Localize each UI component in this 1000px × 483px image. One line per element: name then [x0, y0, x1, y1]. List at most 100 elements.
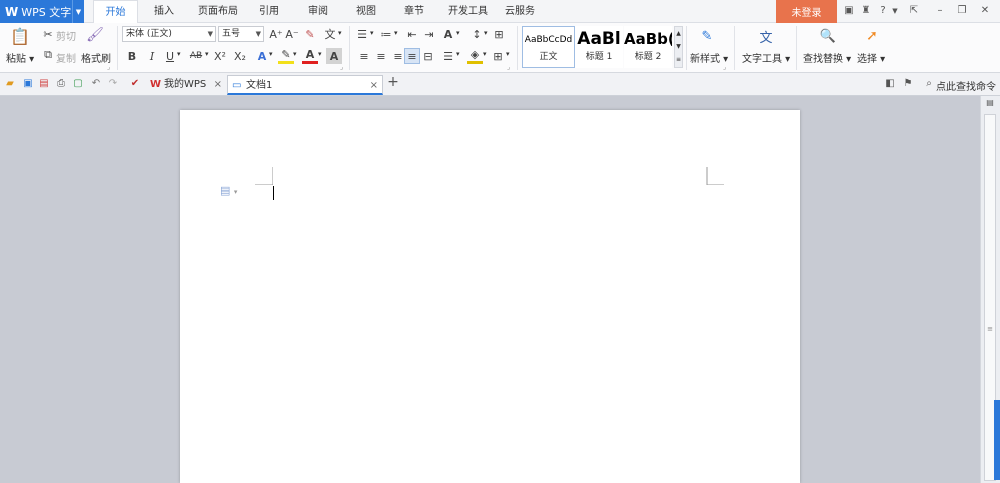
- close-icon[interactable]: ×: [214, 75, 222, 95]
- shading-icon[interactable]: ◈: [467, 48, 483, 64]
- font-color-icon[interactable]: A: [302, 48, 318, 64]
- highlight-color-icon[interactable]: ✎: [278, 48, 294, 64]
- paste-button[interactable]: 粘贴 ▾: [6, 50, 34, 65]
- text-tools-icon[interactable]: 文: [756, 26, 776, 46]
- tab-chapter[interactable]: 章节: [397, 0, 431, 23]
- tab-review[interactable]: 审阅: [301, 0, 335, 23]
- style-gallery-scroll[interactable]: ▲ ▼ ≡: [674, 26, 683, 68]
- format-painter-icon[interactable]: 🖌: [86, 26, 104, 44]
- tab-page-layout[interactable]: 页面布局: [192, 0, 244, 23]
- text-tools-button[interactable]: 文字工具 ▾: [742, 50, 790, 65]
- dialog-launcher-icon[interactable]: ⌟: [107, 63, 110, 71]
- new-style-icon[interactable]: ✎: [697, 26, 717, 46]
- chevron-down-icon[interactable]: ▼: [72, 0, 84, 23]
- chevron-down-icon[interactable]: ▾: [269, 50, 273, 58]
- chevron-down-icon[interactable]: ▾: [484, 29, 488, 37]
- text-effect-icon[interactable]: A: [254, 48, 270, 64]
- copy-button[interactable]: 复制: [56, 50, 76, 65]
- grow-font-button[interactable]: A⁺: [268, 26, 284, 42]
- print-preview-icon[interactable]: ▢: [72, 78, 84, 90]
- strikethrough-button[interactable]: AB: [186, 48, 206, 64]
- close-icon[interactable]: ×: [370, 76, 378, 96]
- style-normal[interactable]: AaBbCcDd 正文: [522, 26, 575, 68]
- chevron-down-icon[interactable]: ▼: [888, 4, 902, 18]
- pdf-export-icon[interactable]: ▤: [38, 78, 50, 90]
- dialog-launcher-icon[interactable]: ⌟: [340, 63, 343, 71]
- select-cursor-icon[interactable]: ➚: [862, 26, 882, 46]
- chevron-down-icon[interactable]: ▾: [293, 50, 297, 58]
- restore-icon[interactable]: ❐: [955, 4, 969, 18]
- tab-references[interactable]: 引用: [252, 0, 286, 23]
- tab-cloud[interactable]: 云服务: [500, 0, 540, 23]
- chevron-down-icon[interactable]: ▾: [456, 50, 460, 58]
- search-icon[interactable]: ⌕: [923, 78, 935, 90]
- align-left-icon[interactable]: ≡: [356, 48, 372, 64]
- superscript-button[interactable]: X²: [212, 48, 228, 64]
- chevron-down-icon[interactable]: ▾: [370, 29, 374, 37]
- increase-indent-icon[interactable]: ⇥: [421, 26, 437, 42]
- chevron-down-icon[interactable]: ▾: [177, 50, 181, 58]
- undo-icon[interactable]: ↶: [90, 78, 102, 90]
- fullscreen-icon[interactable]: ⇱: [907, 4, 921, 18]
- borders-icon[interactable]: ⊞: [490, 48, 506, 64]
- font-size-select[interactable]: 五号 ▼: [218, 26, 264, 42]
- bullet-list-icon[interactable]: ☰: [354, 26, 370, 42]
- side-panel-toggle[interactable]: [994, 400, 1000, 480]
- tab-my-wps[interactable]: W 我的WPS ×: [146, 75, 226, 95]
- dialog-launcher-icon[interactable]: ⌟: [723, 63, 726, 71]
- tab-start[interactable]: 开始: [93, 0, 138, 24]
- cut-icon[interactable]: ✂: [40, 26, 56, 42]
- text-direction-icon[interactable]: A: [440, 26, 456, 42]
- chevron-down-icon[interactable]: ▾: [483, 50, 487, 58]
- find-replace-button[interactable]: 查找替换 ▾: [803, 50, 851, 65]
- sort-icon[interactable]: ↕: [469, 26, 485, 42]
- distributed-icon[interactable]: ⊟: [420, 48, 436, 64]
- phonetic-guide-icon[interactable]: 文: [322, 26, 338, 42]
- line-spacing-icon[interactable]: ☰: [440, 48, 456, 64]
- chevron-down-icon[interactable]: ▾: [318, 50, 322, 58]
- shrink-font-button[interactable]: A⁻: [284, 26, 300, 42]
- show-marks-icon[interactable]: ⊞: [491, 26, 507, 42]
- style-heading-2[interactable]: AaBb( 标题 2: [624, 26, 672, 68]
- skin-icon[interactable]: ♜: [859, 4, 873, 18]
- char-shading-icon[interactable]: A: [326, 48, 342, 64]
- subscript-button[interactable]: X₂: [232, 48, 248, 64]
- customize-toolbar-icon[interactable]: ✔: [129, 78, 141, 90]
- login-button[interactable]: 未登录: [776, 0, 837, 23]
- align-center-icon[interactable]: ≡: [373, 48, 389, 64]
- copy-icon[interactable]: ⧉: [40, 47, 56, 63]
- app-menu-button[interactable]: W WPS 文字 ▼: [0, 0, 84, 23]
- tab-insert[interactable]: 插入: [144, 0, 184, 23]
- print-icon[interactable]: ⎙: [55, 78, 67, 90]
- tab-view[interactable]: 视图: [349, 0, 383, 23]
- font-name-select[interactable]: 宋体 (正文) ▼: [122, 26, 216, 42]
- chevron-down-icon[interactable]: ▾: [456, 29, 460, 37]
- open-folder-icon[interactable]: ▰: [4, 78, 16, 90]
- paste-icon[interactable]: 📋: [10, 26, 30, 46]
- select-button[interactable]: 选择 ▾: [857, 50, 885, 65]
- dialog-launcher-icon[interactable]: ⌟: [507, 63, 510, 71]
- chevron-down-icon[interactable]: ▾: [394, 29, 398, 37]
- paste-options-icon[interactable]: ▤ ▾: [220, 184, 237, 197]
- minimize-icon[interactable]: –: [933, 4, 947, 18]
- underline-button[interactable]: U: [162, 48, 178, 64]
- bold-button[interactable]: B: [124, 48, 140, 64]
- clear-format-icon[interactable]: ✎: [302, 26, 318, 42]
- style-heading-1[interactable]: AaBl 标题 1: [575, 26, 623, 68]
- document-page[interactable]: ▤ ▾: [180, 110, 800, 483]
- decrease-indent-icon[interactable]: ⇤: [404, 26, 420, 42]
- cut-button[interactable]: 剪切: [56, 28, 76, 43]
- command-search-input[interactable]: 点此查找命令: [936, 78, 996, 93]
- numbered-list-icon[interactable]: ≔: [378, 26, 394, 42]
- tab-document-1[interactable]: ▭ 文档1 ×: [227, 75, 383, 95]
- chevron-down-icon[interactable]: ▾: [205, 50, 209, 58]
- save-icon[interactable]: ▣: [22, 78, 34, 90]
- share-icon[interactable]: ⚑: [902, 78, 914, 90]
- new-tab-button[interactable]: +: [387, 75, 399, 89]
- italic-button[interactable]: I: [144, 48, 160, 64]
- tab-developer[interactable]: 开发工具: [442, 0, 494, 23]
- close-icon[interactable]: ✕: [978, 4, 992, 18]
- doc-assist-icon[interactable]: ◧: [884, 78, 896, 90]
- find-replace-icon[interactable]: 🔍: [818, 26, 838, 46]
- redo-icon[interactable]: ↷: [107, 78, 119, 90]
